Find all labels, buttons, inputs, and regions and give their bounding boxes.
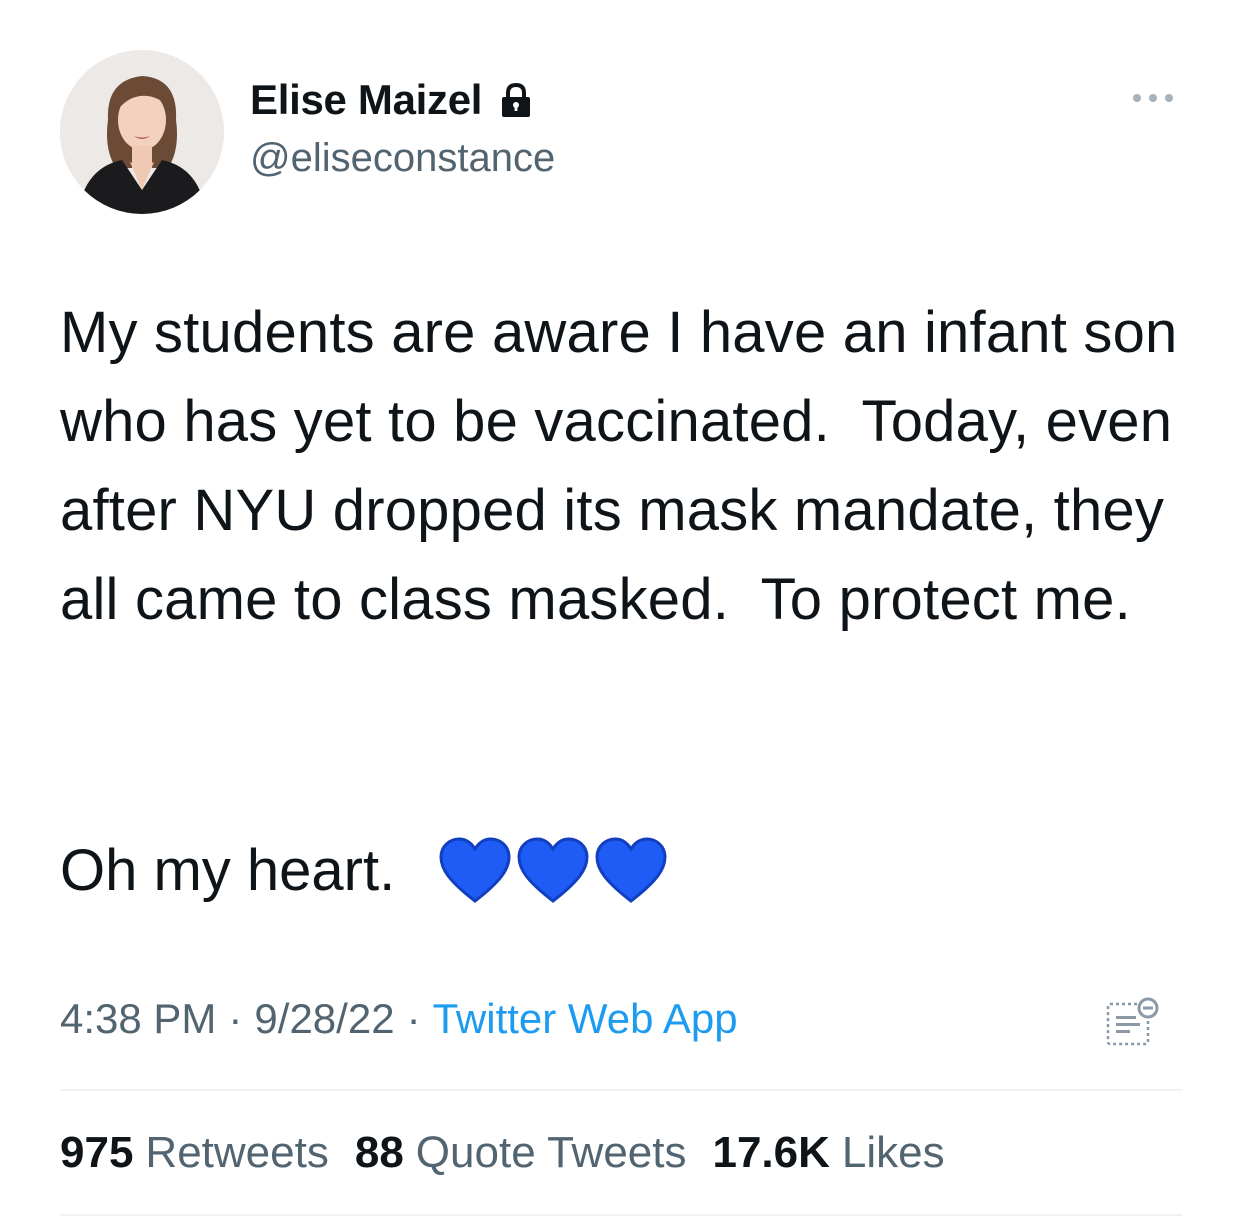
- blue-heart-emojis: [439, 836, 667, 905]
- quote-tweets-stat[interactable]: 88 Quote Tweets: [355, 1128, 687, 1178]
- divider: [60, 1089, 1182, 1091]
- retweets-label: Retweets: [145, 1128, 329, 1177]
- tweet-date[interactable]: 9/28/22: [254, 995, 394, 1043]
- likes-count: 17.6K: [712, 1128, 830, 1177]
- retweets-count: 975: [60, 1128, 134, 1177]
- tweet-meta: 4:38 PM · 9/28/22 · Twitter Web App: [60, 995, 738, 1043]
- likes-label: Likes: [841, 1128, 945, 1177]
- meta-separator: ·: [228, 995, 243, 1042]
- author-display-name[interactable]: Elise Maizel: [250, 76, 482, 124]
- quote-tweets-label: Quote Tweets: [415, 1128, 687, 1177]
- blue-heart-icon: [595, 836, 667, 905]
- avatar[interactable]: [60, 50, 224, 214]
- tweet-text-closing: Oh my heart.: [60, 838, 396, 903]
- lock-icon: [496, 80, 536, 120]
- tweet-time[interactable]: 4:38 PM: [60, 995, 216, 1043]
- author-name-row: Elise Maizel: [250, 76, 536, 124]
- retweets-stat[interactable]: 975 Retweets: [60, 1128, 329, 1178]
- meta-separator: ·: [406, 995, 421, 1042]
- more-options-icon[interactable]: [1128, 88, 1178, 108]
- quote-tweets-count: 88: [354, 1128, 404, 1177]
- avatar-photo: [60, 50, 224, 214]
- divider: [60, 1214, 1182, 1216]
- analytics-icon[interactable]: [1104, 996, 1162, 1050]
- blue-heart-icon: [439, 836, 511, 905]
- author-handle[interactable]: @eliseconstance: [250, 136, 555, 181]
- likes-stat[interactable]: 17.6K Likes: [712, 1128, 944, 1178]
- blue-heart-icon: [517, 836, 589, 905]
- tweet-text: My students are aware I have an infant s…: [60, 300, 1194, 632]
- tweet-text-line2: Oh my heart.: [60, 826, 667, 915]
- tweet-source-link[interactable]: Twitter Web App: [433, 995, 738, 1043]
- engagement-stats: 975 Retweets 88 Quote Tweets 17.6K Likes: [60, 1128, 945, 1178]
